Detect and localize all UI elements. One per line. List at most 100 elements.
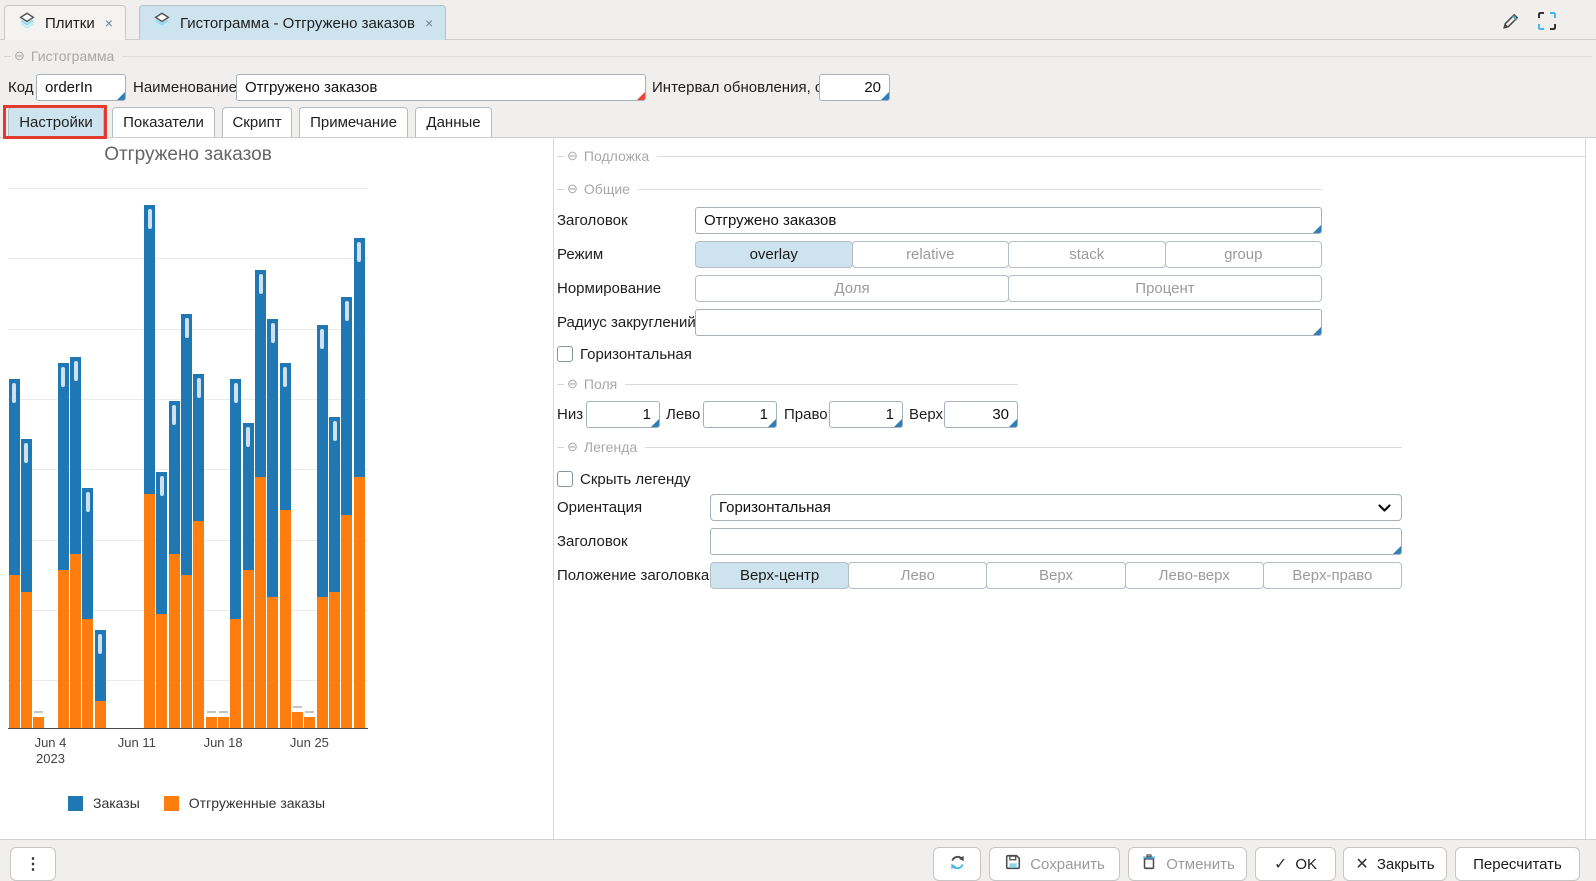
edit-pencil-icon[interactable] — [1500, 10, 1522, 37]
window-tab-histogram[interactable]: Гистограмма - Отгружено заказов × — [139, 5, 446, 40]
legend-label-orders[interactable]: Заказы — [93, 795, 140, 811]
x-tick-label: Jun 18 — [193, 735, 253, 751]
margin-bottom-wrap — [586, 401, 660, 428]
orientation-select[interactable]: Горизонтальная — [710, 494, 1402, 521]
bar-shipped — [9, 575, 20, 728]
group-title: Поля — [584, 376, 617, 392]
name-label: Наименование — [133, 74, 237, 101]
chart-title-input[interactable] — [696, 208, 1321, 233]
bar-value-label — [357, 242, 361, 262]
tab-label: Настройки — [19, 114, 93, 131]
collapse-icon[interactable]: ⊖ — [567, 376, 578, 392]
bar-shipped — [33, 717, 44, 728]
bar-value-label — [34, 711, 43, 713]
bar-value-label — [333, 421, 337, 441]
collapse-icon[interactable]: ⊖ — [567, 148, 578, 164]
tab-indicators[interactable]: Показатели — [112, 107, 215, 138]
normalization-option-share[interactable]: Доля — [695, 275, 1009, 302]
bar-value-label — [345, 301, 349, 321]
bar-value-label — [207, 711, 216, 713]
group-backdrop: ⊖ Подложка — [557, 148, 1585, 164]
margin-bottom-input[interactable] — [587, 402, 659, 427]
margin-right-input[interactable] — [830, 402, 902, 427]
tab-data[interactable]: Данные — [415, 107, 492, 138]
bar-value-label — [246, 427, 250, 447]
field-corner-marker — [1009, 419, 1017, 427]
collapse-icon[interactable]: ⊖ — [567, 181, 578, 197]
horizontal-checkbox-label[interactable]: Горизонтальная — [580, 346, 692, 363]
save-button[interactable]: Сохранить — [989, 847, 1120, 881]
bar-shipped — [144, 494, 155, 728]
collapse-icon[interactable]: ⊖ — [567, 439, 578, 455]
mode-option-relative[interactable]: relative — [852, 241, 1010, 268]
bar-shipped — [193, 521, 204, 728]
chart-title-field-wrap — [695, 207, 1322, 234]
mode-option-group[interactable]: group — [1165, 241, 1323, 268]
title-position-top-right[interactable]: Верх-право — [1263, 562, 1402, 589]
group-title: Легенда — [584, 439, 637, 455]
layers-icon — [152, 11, 172, 35]
margin-left-input[interactable] — [704, 402, 776, 427]
normalization-label: Нормирование — [557, 275, 661, 302]
cancel-button[interactable]: Отменить — [1128, 847, 1247, 881]
mode-option-overlay[interactable]: overlay — [695, 241, 853, 268]
bar-shipped — [317, 597, 328, 728]
bar-shipped — [354, 477, 365, 728]
save-button-label: Сохранить — [1030, 856, 1105, 873]
title-position-left-top[interactable]: Лево-верх — [1125, 562, 1264, 589]
field-corner-marker — [1313, 225, 1321, 233]
bar-value-label — [259, 274, 263, 294]
recalculate-button[interactable]: Пересчитать — [1455, 847, 1580, 881]
normalization-option-percent[interactable]: Процент — [1008, 275, 1322, 302]
title-position-label: Положение заголовка — [557, 562, 709, 589]
close-button[interactable]: ✕ Закрыть — [1343, 847, 1447, 881]
mode-option-stack[interactable]: stack — [1008, 241, 1166, 268]
bar-shipped — [70, 554, 81, 728]
hide-legend-checkbox-label[interactable]: Скрыть легенду — [580, 471, 691, 488]
code-input[interactable] — [37, 75, 125, 100]
margin-right-wrap — [829, 401, 903, 428]
legend-label-shipped[interactable]: Отгруженные заказы — [189, 795, 325, 811]
refresh-button[interactable] — [933, 847, 981, 881]
orientation-value: Горизонтальная — [719, 499, 831, 516]
interval-input[interactable] — [820, 75, 889, 100]
name-input[interactable] — [237, 75, 645, 100]
close-tab-icon[interactable]: × — [105, 15, 113, 31]
title-position-top[interactable]: Верх — [986, 562, 1125, 589]
tab-script[interactable]: Скрипт — [222, 107, 292, 138]
title-position-top-center[interactable]: Верх-центр — [710, 562, 849, 589]
bar-shipped — [181, 575, 192, 728]
bar-shipped — [156, 614, 167, 728]
hide-legend-checkbox[interactable] — [557, 471, 573, 487]
field-corner-marker — [894, 419, 902, 427]
trash-icon — [1140, 853, 1158, 875]
ok-button[interactable]: ✓ OK — [1255, 847, 1336, 881]
field-corner-marker — [637, 92, 645, 100]
legend-swatch-shipped[interactable] — [164, 796, 179, 811]
close-tab-icon[interactable]: × — [425, 15, 433, 31]
collapse-icon[interactable]: ⊖ — [14, 48, 25, 64]
tab-settings[interactable]: Настройки — [8, 107, 104, 138]
bar-shipped — [304, 717, 315, 728]
bar-shipped — [95, 701, 106, 728]
bar-shipped — [267, 597, 278, 728]
group-general: ⊖ Общие — [557, 181, 1322, 197]
orientation-label: Ориентация — [557, 494, 642, 521]
corner-radius-input[interactable] — [696, 310, 1321, 335]
legend-title-input[interactable] — [711, 529, 1401, 554]
menu-button[interactable]: ⋮ — [10, 847, 56, 881]
window-tab-tiles[interactable]: Плитки × — [4, 5, 126, 40]
horizontal-checkbox[interactable] — [557, 346, 573, 362]
field-corner-marker — [881, 92, 889, 100]
legend-swatch-orders[interactable] — [68, 796, 83, 811]
margin-top-input[interactable] — [945, 402, 1017, 427]
interval-label: Интервал обновления, с — [652, 74, 822, 101]
layers-icon — [17, 11, 37, 35]
chart-title-label: Заголовок — [557, 207, 628, 234]
chart-legend: Заказы Отгруженные заказы — [68, 795, 325, 811]
bar-value-label — [185, 318, 189, 338]
tab-note[interactable]: Примечание — [299, 107, 408, 138]
fullscreen-icon[interactable] — [1536, 10, 1558, 37]
title-position-left[interactable]: Лево — [848, 562, 987, 589]
tab-label: Данные — [426, 114, 480, 131]
